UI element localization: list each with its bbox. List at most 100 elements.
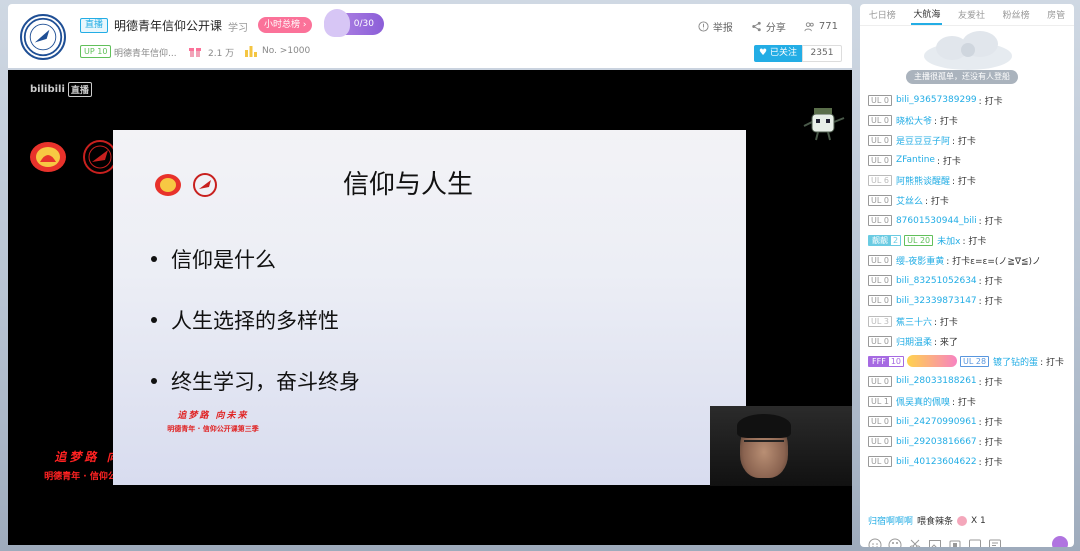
viewers-label: 771 (818, 21, 838, 32)
danmaku-user[interactable]: 艾丝么 (896, 194, 923, 207)
danmaku-user[interactable]: bili_28033188261 (896, 376, 977, 386)
danmaku-text: : 打卡 (978, 96, 1003, 107)
fan-medal[interactable]: FFF 10 (868, 355, 904, 367)
user-level-badge: UL 28 (960, 355, 990, 367)
bullet-text: 信仰是什么 (171, 248, 276, 272)
fan-medal-level: 2 (893, 236, 899, 246)
danmaku-user[interactable]: 未加x (937, 234, 960, 247)
danmaku-text: : 打卡 (951, 176, 976, 187)
scissors-icon[interactable] (908, 538, 922, 547)
danmaku-text: : 打卡 (933, 116, 958, 127)
danmaku-user[interactable]: bili_24270990961 (896, 417, 977, 427)
logo-text: bilibili (30, 84, 65, 95)
danmaku-text: : 打卡 (978, 297, 1003, 308)
fan-medal[interactable]: 靓靓 2 (868, 235, 902, 247)
tab-fan-club[interactable]: 友爱社 (956, 5, 987, 24)
danmaku-user[interactable]: bili_83251052634 (896, 276, 977, 286)
gift-sender[interactable]: 归宿啊啊啊 (868, 514, 913, 527)
image-icon[interactable] (928, 538, 942, 547)
user-level-badge: UL 0 (868, 154, 892, 166)
tab-guard[interactable]: 大航海 (911, 4, 943, 25)
list-item: UL 3 蕉三十六 : 打卡 (868, 311, 1070, 331)
danmaku-text: : 打卡 (978, 377, 1003, 388)
danmaku-user[interactable]: 佩吴真的佩嗅 (896, 395, 950, 408)
danmaku-user[interactable]: ZFantine (896, 155, 935, 165)
bullet-dot (151, 317, 157, 323)
hour-rank-button[interactable]: 小时总榜 › (258, 17, 313, 33)
danmaku-user[interactable]: bili_93657389299 (896, 95, 977, 105)
user-level-badge: UL 0 (868, 134, 892, 146)
fan-medal-level: 10 (890, 356, 901, 366)
uploader-name[interactable]: 明德青年信仰... (114, 46, 177, 59)
danmaku-user[interactable]: 镀了钻的蛋 (993, 355, 1038, 368)
danmaku-user[interactable]: 蕉三十六 (896, 315, 932, 328)
report-label: 举报 (712, 23, 733, 34)
gift-icon (189, 48, 201, 57)
danmaku-user[interactable]: bili_29203816667 (896, 437, 977, 447)
fan-medal-name: 靓靓 (869, 236, 891, 246)
user-level-badge: UL 0 (868, 295, 892, 307)
spicy-strip-gift-icon (957, 515, 968, 526)
comment-icon[interactable] (988, 538, 1002, 547)
danmaku-message: 打卡 (942, 156, 961, 167)
user-level-badge: UL 0 (868, 255, 892, 267)
danmaku-user[interactable]: 87601530944_bili (896, 216, 977, 226)
emoji-icon[interactable] (868, 538, 882, 547)
bullet-dot (151, 256, 157, 262)
user-level-badge: UL 0 (868, 114, 892, 126)
list-item: UL 0 bili_24270990961 : 打卡 (868, 412, 1070, 432)
viewers-icon (804, 22, 814, 32)
share-icon (752, 21, 761, 32)
list-item: FFF 10 UL 28 镀了钻的蛋 : 打卡 (868, 351, 1070, 371)
list-item: UL 0 bili_40123604622 : 打卡 (868, 452, 1070, 472)
tab-seven-day[interactable]: 七日榜 (867, 5, 898, 24)
danmaku-user[interactable]: 晓松大爷 (896, 114, 932, 127)
chat-toolbar (868, 538, 1066, 547)
side-panel: 七日榜 大航海 友爱社 粉丝榜 房管 主播很孤单，还没有人登船 UL 0 bil… (860, 4, 1074, 547)
report-button[interactable]: 举报 (698, 19, 733, 34)
bullet-text: 人生选择的多样性 (171, 309, 339, 333)
danmaku-user[interactable]: 缨-夜影重黄 (896, 254, 944, 267)
room-area-link[interactable]: 学习 (228, 19, 248, 34)
list-item: UL 0 是豆豆豆子阿 : 打卡 (868, 130, 1070, 150)
chat-bubble-icon[interactable] (1052, 536, 1068, 547)
share-button[interactable]: 分享 (751, 19, 786, 34)
slide-bullet: 信仰是什么 (151, 244, 276, 274)
danmaku-list[interactable]: UL 0 bili_93657389299 : 打卡 UL 0 晓松大爷 : 打… (868, 90, 1070, 502)
danmaku-message: 打卡 (957, 397, 976, 408)
up-level-badge: UP 10 (80, 45, 112, 58)
danmaku-user[interactable]: bili_32339873147 (896, 296, 977, 306)
slide-school-emblem-icon (193, 173, 217, 197)
danmaku-user[interactable]: 是豆豆豆子阿 (896, 134, 950, 147)
room-avatar[interactable] (20, 14, 66, 60)
list-item: UL 0 bili_28033188261 : 打卡 (868, 371, 1070, 391)
school-emblem-icon (23, 17, 63, 57)
user-level-badge: UL 1 (868, 395, 892, 407)
danmaku-message: 打卡 (984, 96, 1003, 107)
list-item: UL 0 87601530944_bili : 打卡 (868, 211, 1070, 231)
danmaku-user[interactable]: 归期温柔 (896, 335, 932, 348)
danmaku-user[interactable]: bili_40123604622 (896, 457, 977, 467)
palette-icon[interactable] (888, 538, 902, 547)
danmaku-text: : 打卡 (1040, 357, 1064, 368)
tab-fan-rank[interactable]: 粉丝榜 (1001, 5, 1032, 24)
video-player[interactable]: bilibili 直播 追梦路 向未来 明德青年 · 信仰公开课第三季 信仰与人… (8, 70, 852, 545)
tab-room-admin[interactable]: 房管 (1045, 5, 1067, 24)
danmaku-text: : 打卡 (933, 317, 958, 328)
list-item: UL 0 ZFantine : 打卡 (868, 150, 1070, 170)
room-title: 明德青年信仰公开课 (114, 19, 223, 33)
danmaku-message: 打卡 (984, 458, 1003, 469)
user-level-badge: UL 0 (868, 416, 892, 428)
mascot-progress-badge[interactable]: 0/30 (324, 9, 384, 37)
danmaku-text: : 打卡 (962, 237, 987, 248)
slide-youth-league-emblem-icon (155, 174, 181, 196)
gift-notification: 归宿啊啊啊 喂食辣条 X 1 (868, 514, 986, 527)
danmaku-text: : 打卡 (936, 156, 961, 167)
danmaku-user[interactable]: 阿熊熊谈醒醒 (896, 174, 950, 187)
user-level-badge: UL 0 (868, 375, 892, 387)
clip-icon[interactable] (948, 538, 962, 547)
message-icon[interactable] (968, 538, 982, 547)
list-item: UL 0 归期温柔 : 来了 (868, 331, 1070, 351)
follow-button[interactable]: ♥ 已关注 (754, 45, 802, 62)
danmaku-message: 打卡 (939, 116, 958, 127)
